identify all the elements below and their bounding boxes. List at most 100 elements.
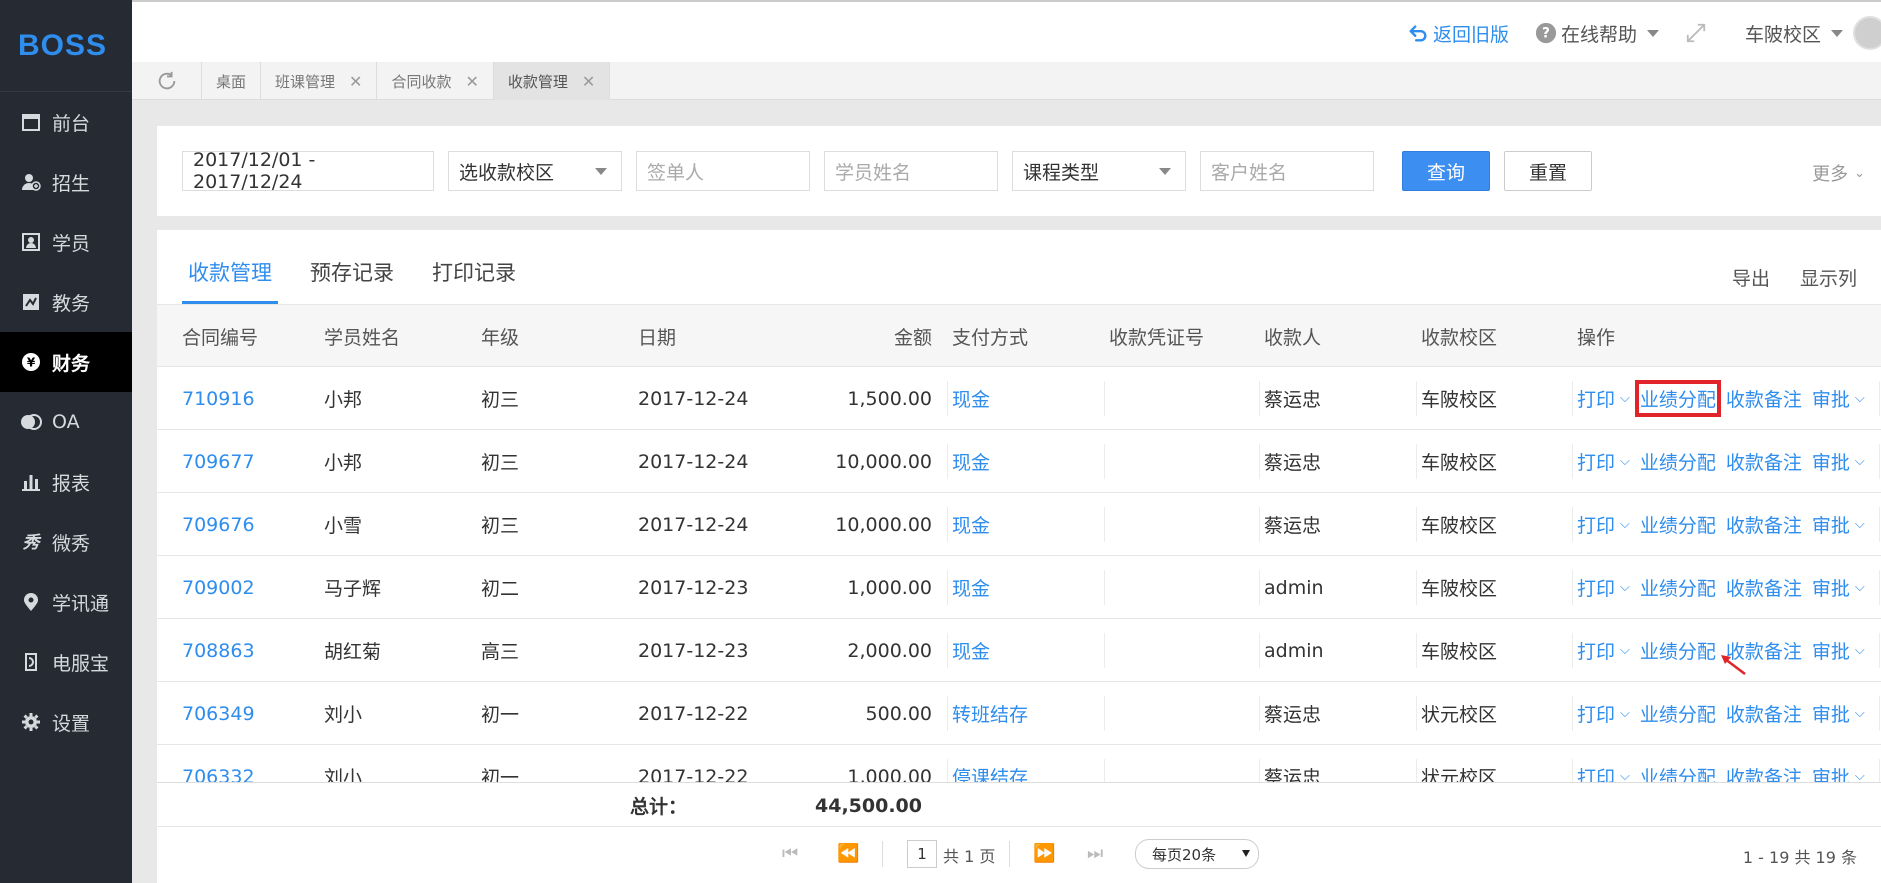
page-number-input[interactable]: 1 — [907, 840, 937, 868]
sidebar-item-0[interactable]: 前台 — [0, 92, 132, 152]
payment-note-button[interactable]: 收款备注 — [1726, 511, 1802, 538]
cell-contract-no[interactable]: 706349 — [182, 682, 255, 745]
last-page-icon[interactable]: ⏭ — [1087, 843, 1103, 864]
subtab-print-records[interactable]: 打印记录 — [426, 257, 522, 304]
cell-contract-no[interactable]: 710916 — [182, 367, 255, 430]
approve-button[interactable]: 审批 — [1812, 574, 1850, 601]
cell-contract-no[interactable]: 709676 — [182, 493, 255, 556]
print-button[interactable]: 打印 — [1577, 448, 1615, 475]
chevron-down-icon[interactable]: ⌵ — [1620, 517, 1630, 532]
chevron-down-icon[interactable]: ⌵ — [1855, 643, 1865, 658]
show-columns-button[interactable]: 显示列 — [1800, 264, 1857, 291]
reset-button[interactable]: 重置 — [1504, 151, 1592, 191]
close-icon[interactable]: ✕ — [465, 72, 478, 91]
payment-note-button[interactable]: 收款备注 — [1726, 574, 1802, 601]
cell-contract-no[interactable]: 709002 — [182, 556, 255, 619]
logo[interactable]: BOSS — [0, 0, 132, 92]
campus-select[interactable]: 选收款校区 — [448, 151, 622, 191]
cell-payment-method[interactable]: 现金 — [952, 367, 990, 430]
subtab-payment-management[interactable]: 收款管理 — [182, 257, 278, 304]
chevron-down-icon[interactable]: ⌵ — [1855, 769, 1865, 782]
subtab-prepaid-records[interactable]: 预存记录 — [304, 257, 400, 304]
online-help-menu[interactable]: ? 在线帮助 — [1535, 20, 1659, 47]
approve-button[interactable]: 审批 — [1812, 385, 1850, 412]
chevron-down-icon[interactable]: ⌵ — [1620, 706, 1630, 721]
approve-button[interactable]: 审批 — [1812, 700, 1850, 727]
approve-button[interactable]: 审批 — [1812, 637, 1850, 664]
first-page-icon[interactable]: ⏮ — [782, 843, 798, 864]
refresh-icon[interactable] — [132, 62, 202, 99]
print-button[interactable]: 打印 — [1577, 763, 1615, 782]
payment-note-button[interactable]: 收款备注 — [1726, 448, 1802, 475]
close-icon[interactable]: ✕ — [349, 72, 362, 91]
chevron-down-icon[interactable]: ⌵ — [1855, 391, 1865, 406]
sidebar-item-3[interactable]: 教务 — [0, 272, 132, 332]
cell-contract-no[interactable]: 709677 — [182, 430, 255, 493]
back-to-old-version-link[interactable]: 返回旧版 — [1407, 20, 1509, 47]
print-button[interactable]: 打印 — [1577, 637, 1615, 664]
sidebar-item-9[interactable]: 电服宝 — [0, 632, 132, 692]
campus-switcher[interactable]: 车陂校区 — [1745, 20, 1843, 47]
avatar[interactable] — [1853, 16, 1881, 50]
payment-note-button[interactable]: 收款备注 — [1726, 385, 1802, 412]
sidebar-item-5[interactable]: OA — [0, 392, 132, 452]
approve-button[interactable]: 审批 — [1812, 763, 1850, 782]
cell-contract-no[interactable]: 706332 — [182, 745, 255, 783]
customer-name-input[interactable]: 客户姓名 — [1200, 151, 1374, 191]
performance-allocation-button[interactable]: 业绩分配 — [1640, 574, 1716, 601]
signer-input[interactable]: 签单人 — [636, 151, 810, 191]
sidebar-item-2[interactable]: 学员 — [0, 212, 132, 272]
chevron-down-icon[interactable]: ⌵ — [1620, 580, 1630, 595]
print-button[interactable]: 打印 — [1577, 700, 1615, 727]
prev-page-icon[interactable]: ⏪ — [837, 843, 859, 864]
sidebar-item-7[interactable]: 秀微秀 — [0, 512, 132, 572]
sidebar-item-10[interactable]: 设置 — [0, 692, 132, 752]
chevron-down-icon[interactable]: ⌵ — [1855, 580, 1865, 595]
export-button[interactable]: 导出 — [1732, 264, 1770, 291]
close-icon[interactable]: ✕ — [582, 72, 595, 91]
fullscreen-icon[interactable] — [1685, 22, 1707, 44]
performance-allocation-button[interactable]: 业绩分配 — [1640, 511, 1716, 538]
page-tab-3[interactable]: 收款管理 ✕ — [493, 62, 611, 100]
approve-button[interactable]: 审批 — [1812, 448, 1850, 475]
chevron-down-icon[interactable]: ⌵ — [1620, 391, 1630, 406]
cell-payment-method[interactable]: 转班结存 — [952, 682, 1028, 745]
sidebar-item-6[interactable]: 报表 — [0, 452, 132, 512]
sidebar-item-8[interactable]: 学讯通 — [0, 572, 132, 632]
page-size-select[interactable]: 每页20条 — [1135, 839, 1259, 869]
cell-payment-method[interactable]: 停课结存 — [952, 745, 1028, 782]
chevron-down-icon[interactable]: ⌵ — [1855, 517, 1865, 532]
cell-payment-method[interactable]: 现金 — [952, 430, 990, 493]
page-tab-2[interactable]: 合同收款 ✕ — [377, 62, 494, 100]
query-button[interactable]: 查询 — [1402, 151, 1490, 191]
student-name-input[interactable]: 学员姓名 — [824, 151, 998, 191]
approve-button[interactable]: 审批 — [1812, 511, 1850, 538]
cell-payment-method[interactable]: 现金 — [952, 619, 990, 682]
chevron-down-icon[interactable]: ⌵ — [1855, 454, 1865, 469]
more-filters-toggle[interactable]: 更多 ⌄ — [1812, 160, 1865, 186]
chevron-down-icon[interactable]: ⌵ — [1620, 454, 1630, 469]
print-button[interactable]: 打印 — [1577, 385, 1615, 412]
page-tab-0[interactable]: 桌面 — [202, 62, 262, 100]
payment-note-button[interactable]: 收款备注 — [1726, 763, 1802, 782]
cell-contract-no[interactable]: 708863 — [182, 619, 255, 682]
performance-allocation-button[interactable]: 业绩分配 — [1640, 637, 1716, 664]
sidebar-item-1[interactable]: 招生 — [0, 152, 132, 212]
print-button[interactable]: 打印 — [1577, 574, 1615, 601]
performance-allocation-button[interactable]: 业绩分配 — [1634, 380, 1721, 417]
cell-payment-method[interactable]: 现金 — [952, 493, 990, 556]
chevron-down-icon[interactable]: ⌵ — [1620, 769, 1630, 782]
performance-allocation-button[interactable]: 业绩分配 — [1640, 448, 1716, 475]
print-button[interactable]: 打印 — [1577, 511, 1615, 538]
date-range-picker[interactable]: 2017/12/01 - 2017/12/24 — [182, 149, 434, 193]
cell-payment-method[interactable]: 现金 — [952, 556, 990, 619]
chevron-down-icon[interactable]: ⌵ — [1855, 706, 1865, 721]
sidebar-item-4[interactable]: ¥ 财务 — [0, 332, 132, 392]
payment-note-button[interactable]: 收款备注 — [1726, 700, 1802, 727]
page-tab-1[interactable]: 班课管理 ✕ — [261, 62, 378, 100]
chevron-down-icon[interactable]: ⌵ — [1620, 643, 1630, 658]
course-type-select[interactable]: 课程类型 — [1012, 151, 1186, 191]
performance-allocation-button[interactable]: 业绩分配 — [1640, 763, 1716, 782]
performance-allocation-button[interactable]: 业绩分配 — [1640, 700, 1716, 727]
next-page-icon[interactable]: ⏩ — [1033, 843, 1055, 864]
